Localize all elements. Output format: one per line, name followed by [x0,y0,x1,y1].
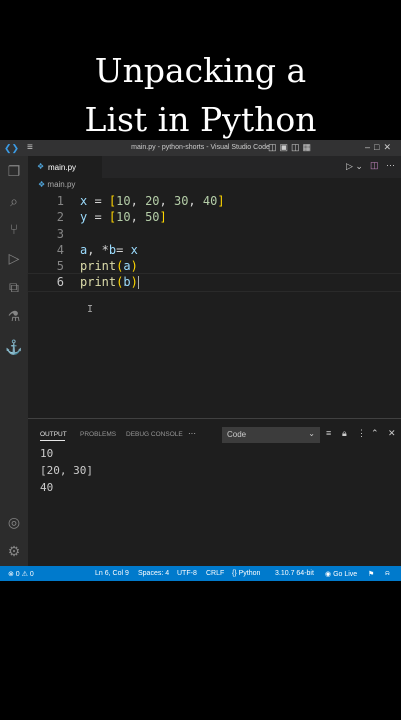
line-number: 3 [56,226,64,241]
python-file-icon: ❖ [38,180,46,189]
explorer-icon[interactable]: ❐ [5,162,23,180]
code-line[interactable]: 4 a, *b= x [28,242,401,258]
line-number: 5 [56,259,64,274]
testing-icon[interactable]: ⚗ [5,307,23,325]
caption-line-1: Unpacking a [94,51,307,90]
code-line[interactable]: 5 print(a) [28,258,401,274]
layout-controls-icon[interactable]: ◫▣◫▦ [268,142,314,153]
language-mode[interactable]: {} Python [232,570,260,577]
tab-label: main.py [48,163,77,172]
window-controls[interactable]: –□✕ [365,142,395,153]
output-line: 40 [40,481,54,494]
run-debug-icon[interactable]: ▷ [5,249,23,267]
active-tab-indicator [40,440,65,441]
breadcrumb[interactable]: ❖ main.py [38,180,75,189]
extensions-icon[interactable]: ⧉ [5,278,23,296]
line-number: 4 [56,242,64,257]
title-bar: ❮❯ ≡ main.py - python-shorts - Visual St… [0,140,401,156]
code-text: a, *b= x [80,242,138,257]
indentation[interactable]: Spaces: 4 [138,570,169,577]
split-editor-icon[interactable]: ◫ [370,160,379,171]
text-cursor [137,276,139,290]
go-live-label: Go Live [333,570,358,578]
tab-problems[interactable]: PROBLEMS [80,431,116,438]
lock-scroll-icon[interactable]: 🔒︎ [342,428,347,439]
docker-icon[interactable]: ⚓ [5,338,23,356]
python-interpreter[interactable]: 3.10.7 64-bit [275,570,314,577]
problems-count[interactable]: ⊗ 0 ⚠ 0 [8,570,34,578]
python-file-icon: ❖ [37,162,45,171]
clear-output-icon[interactable]: ≡ [326,428,331,438]
encoding[interactable]: UTF-8 [177,570,197,577]
code-line[interactable]: 6 print(b) [27,273,401,292]
chevron-up-icon[interactable]: ⌃ [371,428,379,439]
tab-output[interactable]: OUTPUT [40,431,67,438]
code-text: print(b) [80,275,139,290]
notifications-bell-icon[interactable]: ⍾ [385,570,390,578]
line-number: 1 [56,194,64,208]
panel-more-icon[interactable]: ··· [188,429,196,438]
more-actions-icon[interactable]: ⋮ [357,428,366,439]
line-ending[interactable]: CRLF [206,570,224,577]
code-line[interactable]: 2 y = [10, 50] [28,209,401,225]
line-number: 6 [56,275,64,290]
tab-main-py[interactable]: ❖ main.py [28,156,102,178]
breadcrumb-file: main.py [47,180,76,189]
output-channel-value: Code [227,430,247,439]
window-title: main.py - python-shorts - Visual Studio … [131,144,270,151]
go-live-button[interactable]: ◉ Go Live [325,570,357,578]
caption-line-2: List in Python [84,100,317,139]
output-line: 10 [40,447,54,460]
source-control-icon[interactable]: ⑂ [5,220,23,238]
code-text: y = [10, 50] [80,210,167,225]
chevron-down-icon: ⌄ [308,429,315,438]
output-channel-select[interactable]: Code ⌄ [222,427,320,443]
output-text: 10 [20, 30] 40 [40,445,93,496]
run-python-icon[interactable]: ▷︎ ⌄ [346,161,363,172]
account-icon[interactable]: ◎ [5,513,23,531]
line-number: 2 [56,210,64,225]
status-bar: ⊗ 0 ⚠ 0 Ln 6, Col 9 Spaces: 4 UTF-8 CRLF… [0,566,401,581]
mouse-ibeam-icon: I [87,304,94,315]
close-panel-icon[interactable]: ✕ [388,428,396,439]
settings-gear-icon[interactable]: ⚙ [5,542,23,560]
tab-debug-console[interactable]: DEBUG CONSOLE [126,431,183,438]
cursor-position[interactable]: Ln 6, Col 9 [95,570,129,577]
feedback-icon[interactable]: ⚑ [368,570,374,578]
code-line[interactable]: 3 [28,226,401,242]
editor-tab-bar: ❖ main.py ▷︎ ⌄ ◫ ⋯ [28,156,401,178]
search-icon[interactable]: ⌕ [5,192,23,210]
more-actions-icon[interactable]: ⋯ [386,160,395,171]
code-line[interactable]: 1 x = [10, 20, 30, 40] [28,193,401,209]
bottom-panel: OUTPUT PROBLEMS DEBUG CONSOLE ··· Code ⌄… [28,418,401,567]
code-text: print(a) [80,259,138,274]
output-line: [20, 30] [40,464,93,477]
code-text: x = [10, 20, 30, 40] [80,194,225,208]
activity-bar: ❐ ⌕ ⑂ ▷ ⧉ ⚗ ⚓ ◎ ⚙ [0,156,28,566]
editor-area: ❖ main.py ▷︎ ⌄ ◫ ⋯ ❖ main.py 1 x = [10, 2… [27,156,401,418]
code-editor[interactable]: 1 x = [10, 20, 30, 40] 2 y = [10, 50] 3 4 a, *… [27,193,401,292]
